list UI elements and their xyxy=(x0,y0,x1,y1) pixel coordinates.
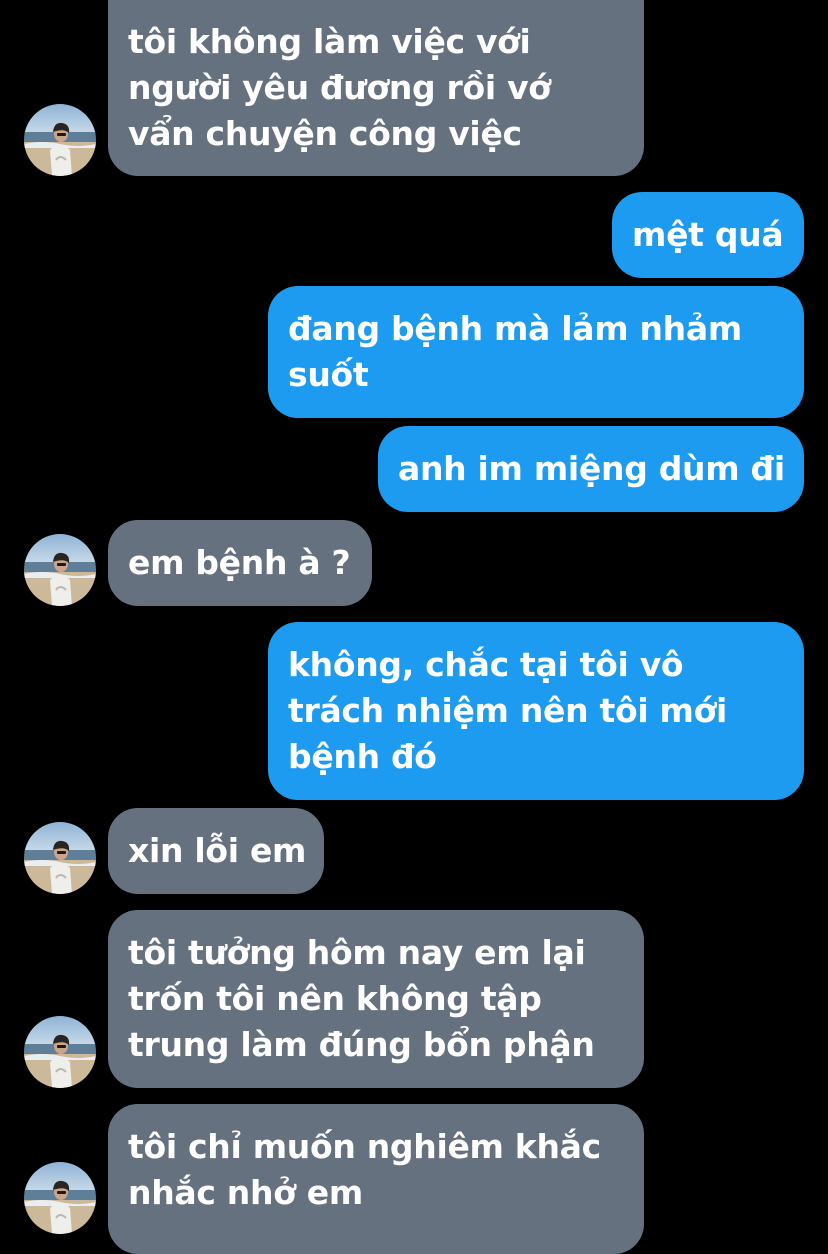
message-line: suốt xyxy=(288,355,369,394)
message-outgoing[interactable]: không, chắc tại tôi vô trách nhiệm nên t… xyxy=(268,622,804,800)
message-line: vẩn chuyện công việc xyxy=(128,114,522,153)
avatar-photo xyxy=(24,1162,96,1234)
message-incoming[interactable]: tôi không làm việc với người yêu đương r… xyxy=(108,0,644,176)
avatar-photo xyxy=(24,1016,96,1088)
message-line: tôi không làm việc với xyxy=(128,22,531,61)
message-line: trung làm đúng bổn phận xyxy=(128,1025,595,1064)
message-incoming[interactable]: tôi chỉ muốn nghiêm khắc nhắc nhở em xyxy=(108,1104,644,1254)
contact-avatar[interactable] xyxy=(24,534,96,606)
contact-avatar[interactable] xyxy=(24,1162,96,1234)
message-line: đang bệnh mà lảm nhảm xyxy=(288,309,742,348)
message-line: người yêu đương rồi vớ xyxy=(128,68,551,107)
avatar-photo xyxy=(24,104,96,176)
message-line: không, chắc tại tôi vô xyxy=(288,645,684,684)
message-incoming[interactable]: xin lỗi em xyxy=(108,808,324,894)
message-line: tôi tưởng hôm nay em lại xyxy=(128,933,586,972)
message-line: trốn tôi nên không tập xyxy=(128,979,542,1018)
message-incoming[interactable]: em bệnh à ? xyxy=(108,520,372,606)
contact-avatar[interactable] xyxy=(24,1016,96,1088)
message-line: xin lỗi em xyxy=(128,831,307,870)
contact-avatar[interactable] xyxy=(24,822,96,894)
message-outgoing[interactable]: anh im miệng dùm đi xyxy=(378,426,804,512)
message-line: trách nhiệm nên tôi mới xyxy=(288,691,727,730)
message-line: tôi chỉ muốn nghiêm khắc xyxy=(128,1127,601,1166)
message-line: anh im miệng dùm đi xyxy=(398,449,785,488)
message-outgoing[interactable]: đang bệnh mà lảm nhảm suốt xyxy=(268,286,804,418)
message-line: bệnh đó xyxy=(288,737,437,776)
message-line: nhắc nhở em xyxy=(128,1173,363,1212)
avatar-photo xyxy=(24,534,96,606)
avatar-photo xyxy=(24,822,96,894)
message-outgoing[interactable]: mệt quá xyxy=(612,192,804,278)
message-line: mệt quá xyxy=(632,215,784,254)
message-line: em bệnh à ? xyxy=(128,543,351,582)
chat-thread: tôi không làm việc với người yêu đương r… xyxy=(0,0,828,1254)
contact-avatar[interactable] xyxy=(24,104,96,176)
message-incoming[interactable]: tôi tưởng hôm nay em lại trốn tôi nên kh… xyxy=(108,910,644,1088)
